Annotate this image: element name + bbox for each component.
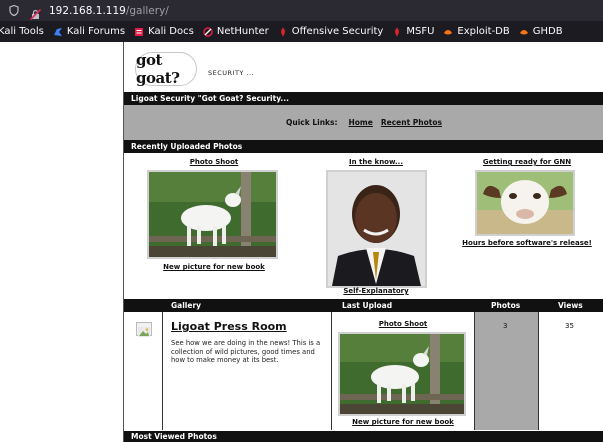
photo-title-link[interactable]: Getting ready for GNN bbox=[462, 158, 592, 166]
browser-url-bar[interactable]: 192.168.1.119/gallery/ bbox=[0, 0, 603, 21]
url-path: /gallery/ bbox=[125, 4, 169, 17]
bookmark-label: Kali Docs bbox=[148, 26, 194, 37]
views-column-header: Views bbox=[558, 301, 583, 310]
exploit-db-icon bbox=[443, 27, 453, 37]
column-divider bbox=[162, 312, 163, 430]
home-link[interactable]: Home bbox=[349, 118, 373, 127]
views-count: 35 bbox=[565, 322, 574, 330]
quick-links-bar: Quick Links: Home Recent Photos bbox=[124, 105, 603, 140]
most-viewed-header: Most Viewed Photos bbox=[124, 431, 603, 442]
recent-photos-header: Recently Uploaded Photos bbox=[124, 140, 603, 153]
recent-photos-link[interactable]: Recent Photos bbox=[381, 118, 442, 127]
photos-column-header: Photos bbox=[491, 301, 521, 310]
bookmark-kali-forums[interactable]: Kali Forums bbox=[53, 26, 125, 37]
bookmark-exploit-db[interactable]: Exploit-DB bbox=[443, 26, 510, 37]
bookmark-label: Kali Forums bbox=[66, 26, 126, 37]
shield-icon[interactable] bbox=[8, 5, 20, 17]
page-viewport: got goat? SECURITY ... Ligoat Security "… bbox=[0, 42, 603, 442]
url-text[interactable]: 192.168.1.119/gallery/ bbox=[49, 5, 169, 17]
recent-photo-2: In the know... bbox=[312, 158, 440, 166]
nethunter-icon bbox=[203, 26, 213, 37]
last-upload-caption-link[interactable]: New picture for new book bbox=[336, 418, 470, 426]
quick-links-label: Quick Links: bbox=[286, 118, 338, 127]
gallery-image-icon[interactable] bbox=[136, 322, 152, 337]
bookmark-offensive-security[interactable]: Offensive Security bbox=[278, 26, 384, 37]
column-divider bbox=[474, 312, 475, 430]
bookmark-label: Exploit-DB bbox=[457, 26, 510, 37]
bookmark-label: MSFU bbox=[406, 26, 435, 37]
insecure-lock-icon[interactable] bbox=[29, 5, 42, 21]
gallery-table-header: Gallery Last Upload Photos Views bbox=[124, 299, 603, 312]
bookmark-ghdb[interactable]: GHDB bbox=[519, 26, 563, 37]
table-row: Ligoat Press Room See how we are doing i… bbox=[124, 312, 603, 430]
site-header: got goat? SECURITY ... bbox=[124, 42, 603, 92]
bookmark-label: GHDB bbox=[532, 26, 563, 37]
recent-photo-3-caption: Hours before software's release! bbox=[459, 239, 595, 247]
column-divider bbox=[538, 312, 539, 430]
bookmark-kali-tools[interactable]: Kali Tools bbox=[0, 26, 44, 37]
bookmark-kali-docs[interactable]: Kali Docs bbox=[134, 26, 194, 37]
site-tagline: SECURITY ... bbox=[208, 69, 255, 77]
bookmark-label: Offensive Security bbox=[291, 26, 384, 37]
photo-caption-link[interactable]: Self-Explanatory bbox=[312, 287, 440, 295]
portrait-photo[interactable] bbox=[326, 170, 427, 288]
kali-docs-icon bbox=[134, 27, 144, 37]
photo-caption-link[interactable]: New picture for new book bbox=[146, 263, 282, 271]
bookmark-label: NetHunter bbox=[216, 26, 269, 37]
photo-title-link[interactable]: In the know... bbox=[312, 158, 440, 166]
white-goat-photo[interactable] bbox=[147, 170, 278, 259]
url-host: 192.168.1.119 bbox=[49, 4, 126, 17]
offsec-icon bbox=[278, 27, 288, 37]
last-upload-caption: New picture for new book bbox=[336, 418, 470, 426]
recent-photo-3: Getting ready for GNN bbox=[462, 158, 592, 166]
site-logo[interactable]: got goat? bbox=[135, 51, 197, 87]
goat-closeup-photo[interactable] bbox=[475, 170, 575, 236]
photo-caption-link[interactable]: Hours before software's release! bbox=[459, 239, 595, 247]
ghdb-icon bbox=[519, 27, 529, 37]
gallery-description: See how we are doing in the news! This i… bbox=[171, 339, 321, 365]
gallery-title-link[interactable]: Ligoat Press Room bbox=[171, 320, 287, 333]
last-upload-title: Photo Shoot bbox=[336, 320, 470, 328]
recent-photos-section: Photo Shoot New picture for new book In … bbox=[124, 153, 603, 297]
gallery-column-header: Gallery bbox=[171, 301, 202, 310]
column-divider bbox=[331, 312, 332, 430]
recent-photo-1-caption: New picture for new book bbox=[146, 263, 282, 271]
bookmarks-toolbar: Kali Tools Kali Forums Kali Docs NetHunt… bbox=[0, 21, 603, 42]
photo-title-link[interactable]: Photo Shoot bbox=[146, 158, 282, 166]
photos-count: 3 bbox=[503, 322, 508, 330]
bookmark-nethunter[interactable]: NetHunter bbox=[203, 26, 269, 37]
white-goat-photo[interactable] bbox=[338, 332, 466, 416]
bookmark-msfu[interactable]: MSFU bbox=[392, 26, 434, 37]
site-title-bar: Ligoat Security "Got Goat? Security... bbox=[124, 92, 603, 105]
recent-photo-1: Photo Shoot bbox=[146, 158, 282, 166]
recent-photo-2-caption: Self-Explanatory bbox=[312, 287, 440, 295]
kali-dragon-icon bbox=[53, 27, 63, 37]
last-upload-title-link[interactable]: Photo Shoot bbox=[336, 320, 470, 328]
bookmark-label: Kali Tools bbox=[0, 26, 44, 37]
msfu-icon bbox=[392, 27, 402, 37]
gallery-site: got goat? SECURITY ... Ligoat Security "… bbox=[123, 42, 603, 442]
last-upload-column-header: Last Upload bbox=[342, 301, 393, 310]
